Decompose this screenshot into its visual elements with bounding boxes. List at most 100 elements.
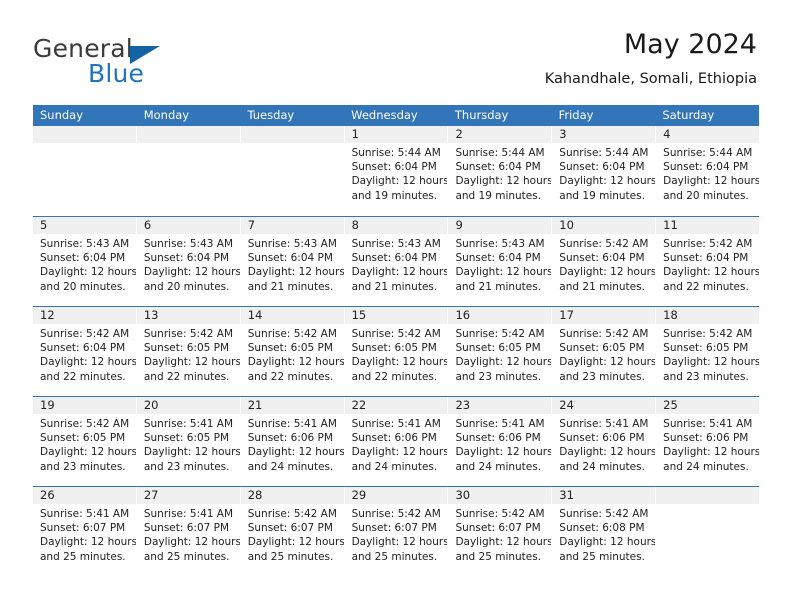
calendar-day-cell[interactable]: 26 Sunrise: 5:41 AM Sunset: 6:07 PM Dayligh…: [33, 487, 137, 576]
calendar-day-cell[interactable]: 29 Sunrise: 5:42 AM Sunset: 6:07 PM Dayligh…: [344, 487, 449, 576]
calendar-day-cell[interactable]: 19 Sunrise: 5:42 AM Sunset: 6:05 PM Dayligh…: [33, 397, 137, 486]
day-number: 31: [552, 487, 656, 504]
sunset-text: Sunset: 6:06 PM: [455, 432, 541, 445]
page-title: May 2024: [623, 29, 757, 60]
calendar-day-cell[interactable]: 4 Sunrise: 5:44 AM Sunset: 6:04 PM Daylight…: [656, 126, 760, 216]
sunrise-text: Sunrise: 5:42 AM: [559, 508, 649, 520]
calendar-day-cell[interactable]: 14 Sunrise: 5:42 AM Sunset: 6:05 PM Dayligh…: [240, 307, 345, 396]
calendar-day-cell[interactable]: 11 Sunrise: 5:42 AM Sunset: 6:04 PM Dayligh…: [656, 217, 760, 306]
dow-thursday: Thursday: [454, 108, 509, 122]
daylight-text-line2: and 21 minutes.: [455, 280, 542, 293]
daylight-text-line2: and 25 minutes.: [351, 550, 438, 563]
day-number: 25: [656, 397, 760, 414]
brand-name-blue: Blue: [88, 59, 145, 88]
day-number: 27: [136, 487, 240, 504]
daylight-text-line2: and 22 minutes.: [143, 370, 230, 383]
calendar-day-cell[interactable]: 27 Sunrise: 5:41 AM Sunset: 6:07 PM Dayligh…: [136, 487, 241, 576]
day-number: 11: [656, 217, 760, 234]
calendar-day-cell[interactable]: 28 Sunrise: 5:42 AM Sunset: 6:07 PM Dayligh…: [240, 487, 345, 576]
day-number: 16: [448, 307, 552, 324]
sunset-text: Sunset: 6:04 PM: [247, 252, 333, 265]
calendar-day-cell[interactable]: 5 Sunrise: 5:43 AM Sunset: 6:04 PM Daylight…: [33, 217, 137, 306]
daylight-text-line1: Daylight: 12 hours: [247, 266, 345, 279]
daylight-text-line2: and 22 minutes.: [351, 370, 438, 383]
calendar-day-cell[interactable]: 8 Sunrise: 5:43 AM Sunset: 6:04 PM Daylight…: [344, 217, 449, 306]
day-number: 3: [552, 126, 656, 143]
dow-sunday: Sunday: [40, 108, 84, 122]
daylight-text-line2: and 24 minutes.: [663, 460, 749, 473]
daylight-text-line2: and 25 minutes.: [247, 550, 334, 563]
sunset-text: Sunset: 6:04 PM: [663, 252, 749, 265]
sunrise-text: Sunrise: 5:42 AM: [247, 508, 337, 520]
sunrise-text: Sunrise: 5:42 AM: [455, 328, 545, 340]
daylight-text-line1: Daylight: 12 hours: [40, 446, 137, 459]
day-info: Sunrise: 5:42 AM Sunset: 6:05 PM Daylight:…: [137, 324, 240, 384]
day-number: 4: [656, 126, 760, 143]
day-info: Sunrise: 5:42 AM Sunset: 6:08 PM Daylight:…: [552, 504, 655, 564]
calendar-day-cell[interactable]: 10 Sunrise: 5:42 AM Sunset: 6:04 PM Dayligh…: [552, 217, 657, 306]
sunset-text: Sunset: 6:05 PM: [351, 342, 437, 355]
daylight-text-line1: Daylight: 12 hours: [351, 175, 449, 188]
day-info: Sunrise: 5:42 AM Sunset: 6:04 PM Daylight:…: [33, 324, 136, 384]
calendar-day-cell[interactable]: 7 Sunrise: 5:43 AM Sunset: 6:04 PM Daylight…: [240, 217, 345, 306]
sunrise-text: Sunrise: 5:41 AM: [663, 418, 753, 430]
calendar-day-cell[interactable]: 12 Sunrise: 5:42 AM Sunset: 6:04 PM Dayligh…: [33, 307, 137, 396]
sunrise-text: Sunrise: 5:42 AM: [559, 328, 649, 340]
sunset-text: Sunset: 6:04 PM: [40, 342, 126, 355]
daylight-text-line2: and 22 minutes.: [40, 370, 126, 383]
sunset-text: Sunset: 6:06 PM: [663, 432, 749, 445]
daylight-text-line2: and 24 minutes.: [351, 460, 438, 473]
calendar-day-cell[interactable]: 1 Sunrise: 5:44 AM Sunset: 6:04 PM Daylight…: [344, 126, 449, 216]
sunset-text: Sunset: 6:05 PM: [143, 342, 230, 355]
daylight-text-line1: Daylight: 12 hours: [663, 266, 760, 279]
calendar-day-cell[interactable]: 21 Sunrise: 5:41 AM Sunset: 6:06 PM Dayligh…: [240, 397, 345, 486]
calendar-day-cell[interactable]: 6 Sunrise: 5:43 AM Sunset: 6:04 PM Daylight…: [136, 217, 241, 306]
sunrise-text: Sunrise: 5:41 AM: [455, 418, 545, 430]
calendar-day-cell[interactable]: 15 Sunrise: 5:42 AM Sunset: 6:05 PM Dayligh…: [344, 307, 449, 396]
daylight-text-line1: Daylight: 12 hours: [455, 536, 553, 549]
sunrise-text: Sunrise: 5:42 AM: [351, 328, 441, 340]
sunset-text: Sunset: 6:04 PM: [559, 252, 645, 265]
calendar-day-cell[interactable]: 31 Sunrise: 5:42 AM Sunset: 6:08 PM Dayligh…: [552, 487, 657, 576]
sunrise-text: Sunrise: 5:41 AM: [40, 508, 130, 520]
calendar-day-cell[interactable]: 25 Sunrise: 5:41 AM Sunset: 6:06 PM Dayligh…: [656, 397, 760, 486]
calendar-day-cell[interactable]: 20 Sunrise: 5:41 AM Sunset: 6:05 PM Dayligh…: [136, 397, 241, 486]
brand-logo[interactable]: General Blue: [33, 34, 263, 96]
calendar-day-cell[interactable]: 30 Sunrise: 5:42 AM Sunset: 6:07 PM Dayligh…: [448, 487, 553, 576]
day-number: [136, 126, 240, 143]
daylight-text-line1: Daylight: 12 hours: [143, 536, 241, 549]
day-info: Sunrise: 5:44 AM Sunset: 6:04 PM Daylight:…: [656, 143, 759, 203]
calendar-day-cell[interactable]: 2 Sunrise: 5:44 AM Sunset: 6:04 PM Daylight…: [448, 126, 553, 216]
calendar-day-cell[interactable]: 17 Sunrise: 5:42 AM Sunset: 6:05 PM Dayligh…: [552, 307, 657, 396]
sunrise-text: Sunrise: 5:42 AM: [663, 328, 753, 340]
day-info: Sunrise: 5:41 AM Sunset: 6:06 PM Daylight:…: [552, 414, 655, 474]
day-number: 10: [552, 217, 656, 234]
calendar-day-cell[interactable]: 3 Sunrise: 5:44 AM Sunset: 6:04 PM Daylight…: [552, 126, 657, 216]
daylight-text-line2: and 25 minutes.: [559, 550, 645, 563]
calendar-day-cell[interactable]: 23 Sunrise: 5:41 AM Sunset: 6:06 PM Dayligh…: [448, 397, 553, 486]
day-number: 13: [136, 307, 240, 324]
daylight-text-line1: Daylight: 12 hours: [663, 356, 760, 369]
calendar-week-row: 12 Sunrise: 5:42 AM Sunset: 6:04 PM Dayligh…: [33, 306, 760, 396]
sunset-text: Sunset: 6:06 PM: [247, 432, 333, 445]
calendar-day-cell[interactable]: 16 Sunrise: 5:42 AM Sunset: 6:05 PM Dayligh…: [448, 307, 553, 396]
day-number: 5: [33, 217, 136, 234]
day-info: Sunrise: 5:42 AM Sunset: 6:04 PM Daylight:…: [656, 234, 759, 294]
calendar-day-cell[interactable]: 9 Sunrise: 5:43 AM Sunset: 6:04 PM Daylight…: [448, 217, 553, 306]
calendar-day-cell[interactable]: 18 Sunrise: 5:42 AM Sunset: 6:05 PM Dayligh…: [656, 307, 760, 396]
calendar-day-cell[interactable]: 24 Sunrise: 5:41 AM Sunset: 6:06 PM Dayligh…: [552, 397, 657, 486]
daylight-text-line1: Daylight: 12 hours: [455, 266, 553, 279]
day-number: 14: [240, 307, 344, 324]
daylight-text-line2: and 19 minutes.: [559, 189, 645, 202]
calendar-day-cell[interactable]: 22 Sunrise: 5:41 AM Sunset: 6:06 PM Dayligh…: [344, 397, 449, 486]
calendar-day-cell[interactable]: 13 Sunrise: 5:42 AM Sunset: 6:05 PM Dayligh…: [136, 307, 241, 396]
sunset-text: Sunset: 6:04 PM: [351, 252, 437, 265]
day-info: Sunrise: 5:42 AM Sunset: 6:05 PM Daylight:…: [656, 324, 759, 384]
sunset-text: Sunset: 6:07 PM: [455, 522, 541, 535]
sunrise-text: Sunrise: 5:42 AM: [559, 238, 649, 250]
day-info: Sunrise: 5:42 AM Sunset: 6:05 PM Daylight:…: [345, 324, 448, 384]
sunset-text: Sunset: 6:04 PM: [663, 161, 749, 174]
day-number: 22: [344, 397, 448, 414]
daylight-text-line1: Daylight: 12 hours: [247, 446, 345, 459]
day-number: 24: [552, 397, 656, 414]
